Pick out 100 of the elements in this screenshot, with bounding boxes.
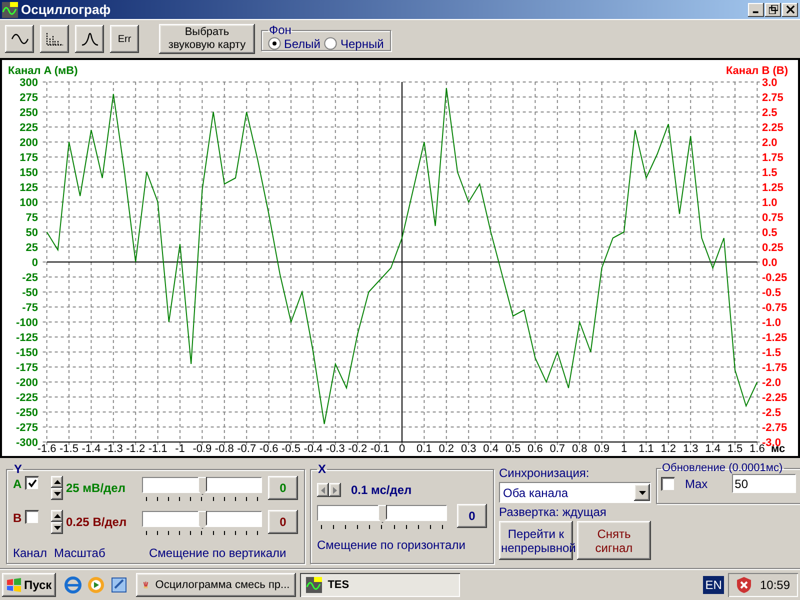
axis-tick-label: 0.4 — [483, 443, 498, 455]
axis-tick-label: 1.3 — [682, 443, 698, 455]
caption: Канал — [13, 546, 48, 560]
axis-tick-label: -1.1 — [148, 443, 168, 455]
axis-tick-label: 1.5 — [727, 443, 743, 455]
offset-button[interactable]: 0 — [268, 510, 298, 534]
close-icon — [786, 5, 794, 14]
axis-tick-label: 1.2 — [660, 443, 676, 455]
spin-left-button[interactable] — [317, 483, 329, 497]
axis-tick-label: 1.4 — [705, 443, 720, 455]
restore-button[interactable] — [765, 2, 781, 16]
axis-tick-label: -0.5 — [762, 287, 781, 299]
tool-button[interactable] — [75, 25, 104, 53]
axis-tick-label: -0.5 — [282, 443, 300, 455]
channel-checkbox[interactable] — [25, 476, 39, 490]
slider-thumb[interactable] — [198, 511, 207, 529]
sine-wave-icon — [10, 33, 28, 45]
interval-field[interactable]: 50 — [732, 474, 796, 493]
offset-button[interactable]: 0 — [457, 504, 487, 528]
max-checkbox[interactable] — [661, 476, 675, 490]
axis-tick-label: 2.0 — [762, 137, 778, 149]
axis-tick-label: 1.6 — [750, 443, 765, 455]
slider-track[interactable] — [317, 505, 447, 521]
caption: Масштаб — [54, 546, 106, 560]
axis-tick-label: 125 — [20, 182, 38, 194]
sync-dropdown[interactable]: Оба канала — [499, 482, 651, 503]
spin-down-button[interactable] — [51, 522, 63, 534]
radio-option[interactable]: Черный — [324, 36, 384, 50]
axis-tick-label: -125 — [16, 332, 38, 344]
axis-tick-label: 0.7 — [550, 443, 566, 455]
axis-tick-label: 2.75 — [762, 92, 784, 104]
slider-thumb[interactable] — [198, 477, 207, 495]
axis-tick-label: 0.0 — [762, 257, 778, 269]
tool-button[interactable] — [5, 25, 34, 53]
start-button[interactable]: Пуск — [2, 572, 56, 596]
spin-up-button[interactable] — [51, 510, 63, 522]
axis-tick-label: -300 — [16, 437, 38, 449]
desktop-icon[interactable] — [110, 576, 128, 594]
bell-curve-icon — [80, 32, 98, 46]
spin-up-button[interactable] — [51, 476, 63, 488]
minimize-button[interactable] — [748, 2, 764, 16]
taskbar-button[interactable]: Осцилограмма смесь пр... — [136, 572, 296, 596]
axis-tick-label: 1.0 — [762, 197, 778, 209]
axis-tick-label: -225 — [16, 392, 38, 404]
axis-tick-label: -0.1 — [370, 443, 390, 455]
axis-tick-label: 0 — [398, 443, 406, 455]
axis-tick-label: 225 — [20, 122, 38, 134]
group-title: Обновление (0.0001мс) — [661, 462, 784, 474]
axis-tick-label: -2.25 — [762, 392, 788, 404]
action-button[interactable]: Снять сигнал — [577, 521, 651, 560]
axis-tick-label: -175 — [16, 362, 38, 374]
axis-tick-label: -50 — [22, 287, 38, 299]
axis-tick-label: 3.0 — [762, 77, 778, 89]
axis-tick-label: 0.75 — [762, 212, 784, 224]
browser-icon[interactable] — [64, 576, 82, 594]
error-button[interactable]: Err — [110, 25, 139, 53]
axis-tick-label: 1.1 — [638, 443, 654, 455]
axis-tick-label: 250 — [20, 107, 38, 119]
sweep-status: Развертка: ждущая — [499, 505, 608, 519]
windows-flag-icon — [6, 578, 22, 592]
axis-tick-label: 0.25 — [762, 242, 784, 254]
axis-tick-label: -100 — [16, 317, 38, 329]
slider-track[interactable] — [142, 511, 262, 527]
clock: 10:59 — [760, 578, 790, 592]
axis-tick-label: 75 — [26, 212, 38, 224]
axis-tick-label: 150 — [20, 167, 38, 179]
checkbox-label: Max — [685, 476, 708, 490]
axis-tick-label: -2.75 — [762, 422, 788, 434]
axis-tick-label: -2.5 — [762, 407, 781, 419]
axis-tick-label: -1.25 — [762, 332, 788, 344]
axis-tick-label: 0.6 — [528, 443, 543, 455]
spin-down-button[interactable] — [51, 488, 63, 500]
shield-icon[interactable] — [736, 576, 752, 594]
slider-thumb[interactable] — [378, 505, 387, 523]
taskbar-button[interactable]: TES — [300, 572, 460, 596]
axis-tick-label: -0.3 — [326, 443, 345, 455]
channel-checkbox[interactable] — [25, 510, 39, 524]
check-icon — [28, 478, 36, 488]
close-button[interactable] — [782, 2, 798, 16]
slider-track[interactable] — [142, 477, 262, 493]
axis-tick-label: -200 — [16, 377, 38, 389]
axis-tick-label: -0.9 — [192, 443, 212, 455]
axis-tick-label: -0.8 — [214, 443, 234, 455]
axis-tick-label: 1.5 — [762, 167, 778, 179]
axis-tick-label: -0.6 — [259, 443, 278, 455]
axis-tick-label: -1.0 — [762, 317, 781, 329]
tool-button[interactable] — [40, 25, 69, 53]
axis-tick-label: 0.2 — [438, 443, 454, 455]
left-arrow-icon — [321, 486, 325, 494]
axis-tick-label: 300 — [20, 77, 38, 89]
language-indicator[interactable]: EN — [703, 576, 724, 594]
app-icon — [2, 2, 18, 18]
up-arrow-icon — [54, 514, 60, 518]
axis-tick-label: 100 — [20, 197, 38, 209]
down-arrow-icon — [54, 526, 60, 530]
spin-right-button[interactable] — [329, 483, 341, 497]
select-sound-card-button[interactable]: Выбрать звуковую карту — [159, 24, 255, 54]
axis-tick-label: 0.5 — [505, 443, 521, 455]
radio-option[interactable]: Белый — [268, 36, 320, 50]
media-player-icon[interactable] — [86, 576, 105, 594]
